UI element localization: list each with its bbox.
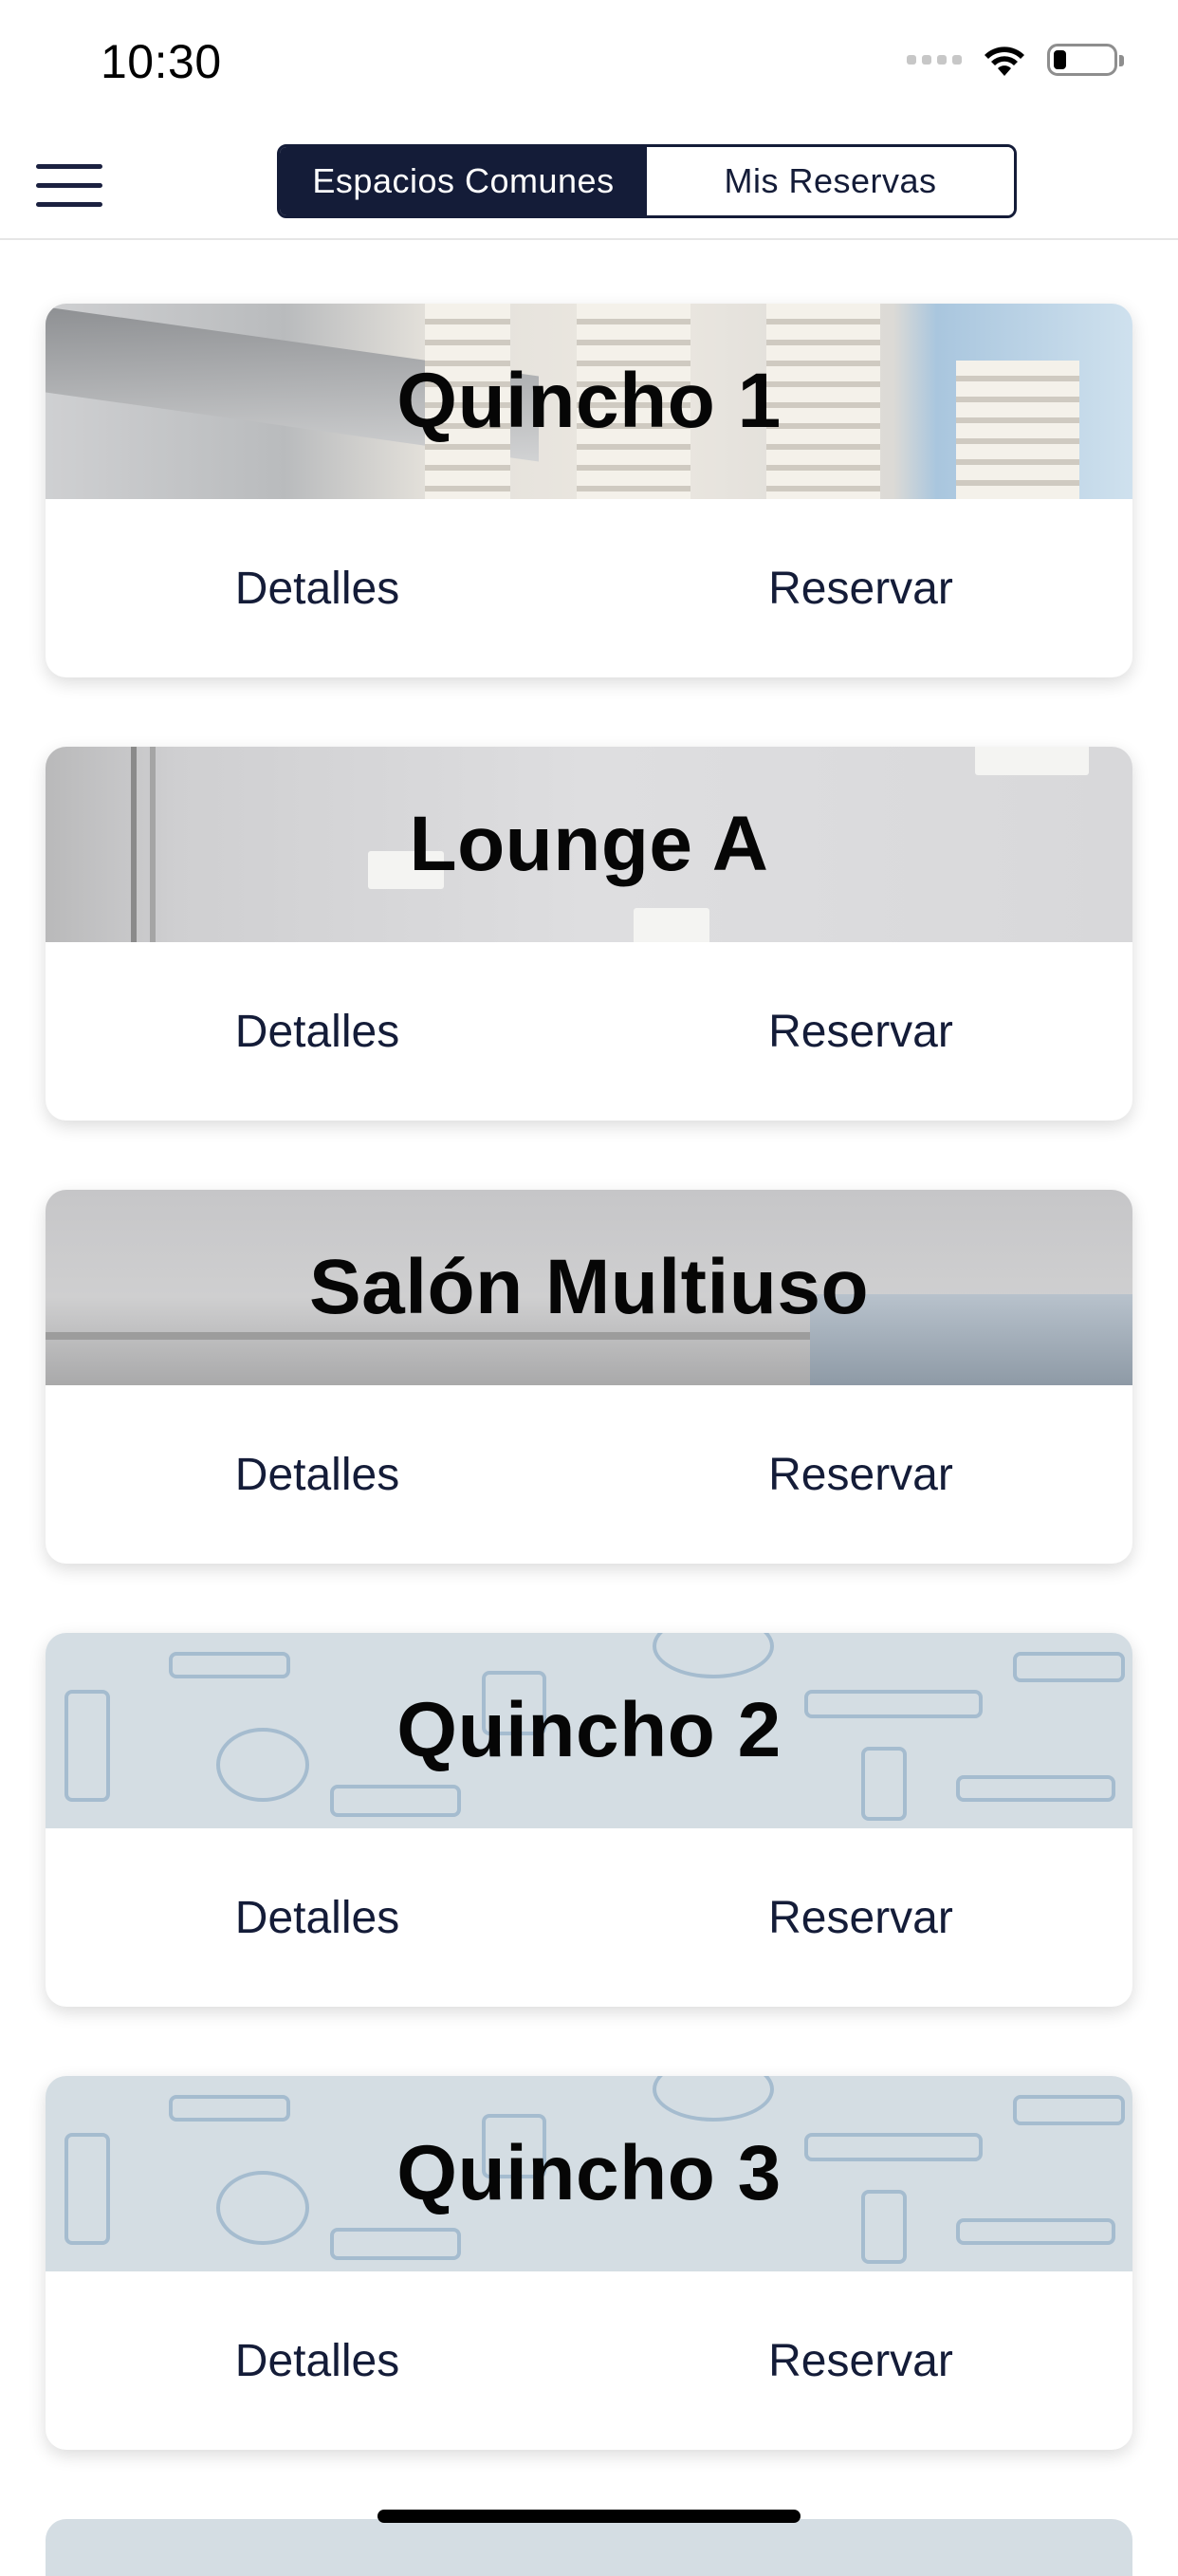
space-card: Quincho 1 Detalles Reservar	[46, 304, 1132, 677]
space-card: Quincho 3 Detalles Reservar	[46, 2076, 1132, 2450]
status-time: 10:30	[101, 35, 222, 88]
reserve-button[interactable]: Reservar	[589, 942, 1132, 1121]
space-title: Quincho 3	[396, 2130, 782, 2216]
battery-level	[1054, 50, 1066, 69]
home-indicator[interactable]	[377, 2510, 801, 2523]
space-title: Salón Multiuso	[308, 1244, 870, 1330]
space-image: Salón Multiuso	[46, 1190, 1132, 1385]
space-title: Lounge A	[409, 801, 769, 887]
details-button[interactable]: Detalles	[46, 2271, 589, 2450]
details-button[interactable]: Detalles	[46, 1828, 589, 2007]
tab-espacios-comunes[interactable]: Espacios Comunes	[280, 147, 647, 215]
wifi-icon	[985, 46, 1024, 76]
reserve-button[interactable]: Reservar	[589, 499, 1132, 677]
card-actions: Detalles Reservar	[46, 2271, 1132, 2450]
status-bar: 10:30	[0, 0, 1178, 128]
space-card: Quincho 2 Detalles Reservar	[46, 1633, 1132, 2007]
space-image: Quincho 1	[46, 304, 1132, 499]
battery-icon	[1047, 44, 1124, 76]
card-actions: Detalles Reservar	[46, 499, 1132, 677]
details-button[interactable]: Detalles	[46, 1385, 589, 1564]
space-list: Quincho 1 Detalles Reservar Lounge A Det…	[46, 304, 1132, 2519]
reserve-button[interactable]: Reservar	[589, 1385, 1132, 1564]
space-title: Quincho 2	[396, 1687, 782, 1773]
space-title: Quincho 1	[396, 358, 782, 444]
details-button[interactable]: Detalles	[46, 942, 589, 1121]
tab-mis-reservas[interactable]: Mis Reservas	[647, 147, 1014, 215]
card-actions: Detalles Reservar	[46, 1385, 1132, 1564]
signal-dots-icon	[907, 55, 962, 65]
card-actions: Detalles Reservar	[46, 1828, 1132, 2007]
space-card-partial	[46, 2519, 1132, 2576]
space-card: Lounge A Detalles Reservar	[46, 747, 1132, 1121]
space-image: Quincho 2	[46, 1633, 1132, 1828]
card-actions: Detalles Reservar	[46, 942, 1132, 1121]
hamburger-menu-icon[interactable]	[36, 164, 102, 208]
space-card: Salón Multiuso Detalles Reservar	[46, 1190, 1132, 1564]
reserve-button[interactable]: Reservar	[589, 1828, 1132, 2007]
segmented-control: Espacios Comunes Mis Reservas	[277, 144, 1017, 218]
nav-bar: Espacios Comunes Mis Reservas	[0, 128, 1178, 240]
space-image: Quincho 3	[46, 2076, 1132, 2271]
status-icons	[907, 42, 1124, 78]
reserve-button[interactable]: Reservar	[589, 2271, 1132, 2450]
details-button[interactable]: Detalles	[46, 499, 589, 677]
space-image: Lounge A	[46, 747, 1132, 942]
